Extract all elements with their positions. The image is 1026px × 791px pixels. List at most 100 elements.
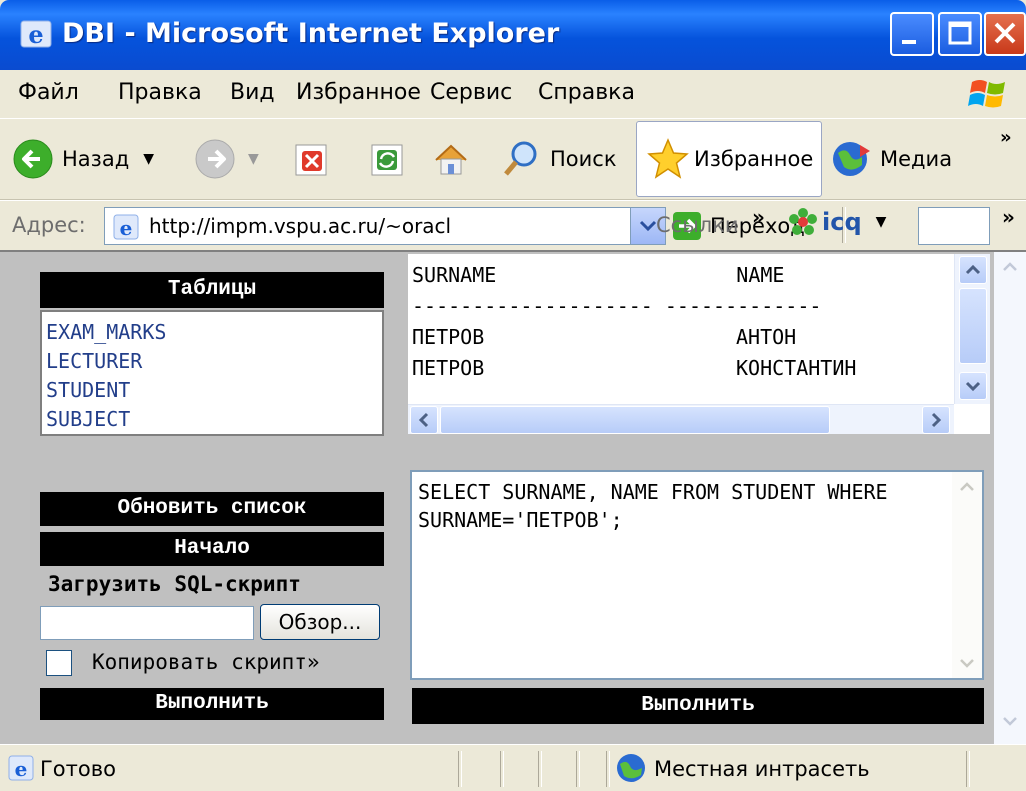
windows-logo-icon (968, 80, 1005, 108)
ie-icon: e (20, 20, 52, 49)
separator: -------------------- (412, 294, 653, 318)
separator: ------------- (664, 294, 822, 318)
tables-list[interactable]: EXAM_MARKS LECTURER STUDENT SUBJECT (40, 310, 384, 436)
back-arrow-icon (13, 139, 53, 179)
sql-vscroll[interactable] (952, 472, 982, 678)
execute-sql-button[interactable]: Выполнить (412, 688, 984, 724)
load-script-label: Загрузить SQL-скрипт (48, 572, 301, 596)
table-item[interactable]: EXAM_MARKS (46, 318, 378, 347)
maximize-icon (948, 21, 972, 45)
favorites-button-overlay[interactable]: Избранное (646, 131, 813, 187)
result-frame: SURNAME NAME -------------------- -------… (408, 254, 990, 434)
media-label: Медиа (880, 147, 953, 171)
cell: КОНСТАНТИН (736, 356, 857, 380)
close-button[interactable] (984, 12, 1026, 56)
icq-search-input[interactable] (918, 207, 990, 245)
search-icon (504, 141, 537, 176)
search-button[interactable]: Поиск (500, 131, 617, 187)
favorites-label: Избранное (694, 147, 814, 171)
address-url: http://impm.vspu.ac.ru/~oracl (149, 214, 452, 238)
svg-text:e: e (28, 20, 43, 49)
addressbar-chevron-icon[interactable]: » (1002, 205, 1015, 229)
menu-edit[interactable]: Правка (118, 80, 202, 105)
maximize-button[interactable] (938, 12, 982, 56)
status-divider (500, 751, 504, 787)
page-content: Таблицы EXAM_MARKS LECTURER STUDENT SUBJ… (0, 250, 1026, 744)
address-label: Адрес: (12, 213, 86, 237)
media-button[interactable]: Медиа (830, 131, 952, 187)
result-hscroll[interactable] (408, 404, 954, 434)
scroll-down-button[interactable] (959, 372, 987, 400)
address-input[interactable]: e http://impm.vspu.ac.ru/~oracl (104, 207, 666, 245)
intranet-globe-icon (617, 754, 645, 782)
cell: ПЕТРОВ (412, 356, 485, 380)
execute-script-button[interactable]: Выполнить (40, 688, 384, 720)
forward-dropdown-icon[interactable]: ▼ (248, 151, 259, 167)
page-done-icon: e (8, 755, 34, 781)
title-bar[interactable]: e DBI - Microsoft Internet Explorer (0, 0, 1026, 70)
scroll-up-button[interactable] (959, 256, 987, 284)
chevron-up-icon (960, 482, 974, 491)
scroll-left-button[interactable] (410, 406, 438, 434)
status-divider (606, 751, 610, 787)
refresh-icon (371, 144, 403, 176)
icq-dropdown-icon: ▼ (875, 214, 887, 230)
table-item[interactable]: SUBJECT (46, 405, 378, 434)
status-divider (576, 751, 580, 787)
toolbar-chevron-icon[interactable]: » (1000, 127, 1012, 148)
zone-text: Местная интрасеть (654, 757, 870, 781)
links-chevron-icon[interactable]: » (752, 205, 765, 229)
page-icon: e (113, 214, 139, 240)
stop-button[interactable] (292, 131, 332, 187)
scroll-right-button[interactable] (922, 406, 950, 434)
links-label[interactable]: Ссылки (656, 213, 739, 237)
refresh-list-button[interactable]: Обновить список (40, 492, 384, 526)
svg-text:e: e (120, 216, 133, 240)
forward-button[interactable]: ▼ (194, 131, 259, 187)
menu-bar: Файл Правка Вид Избранное Сервис Справка (0, 70, 1026, 119)
icq-button[interactable]: icq ▼ (788, 207, 886, 237)
script-file-input[interactable] (40, 606, 254, 640)
scroll-thumb[interactable] (959, 288, 987, 364)
table-item[interactable]: LECTURER (46, 347, 378, 376)
media-icon (833, 142, 870, 176)
chevron-left-icon (418, 412, 429, 428)
window-title: DBI - Microsoft Internet Explorer (62, 18, 560, 49)
search-label: Поиск (550, 147, 617, 171)
menu-file[interactable]: Файл (18, 80, 79, 105)
chevron-down-icon (965, 381, 981, 392)
back-dropdown-icon[interactable]: ▼ (143, 151, 154, 167)
chevron-down-icon (1003, 717, 1017, 726)
browse-button[interactable]: Обзор... (260, 604, 380, 640)
back-label: Назад (62, 147, 130, 171)
forward-arrow-icon (195, 139, 235, 179)
ie-window: e DBI - Microsoft Internet Explorer Файл… (0, 0, 1026, 791)
chevron-right-icon (931, 412, 942, 428)
stop-icon (295, 144, 327, 176)
chevron-up-icon (965, 264, 981, 275)
back-button[interactable]: Назад ▼ (12, 131, 154, 187)
minimize-button[interactable] (890, 12, 934, 56)
result-text: SURNAME NAME -------------------- -------… (412, 260, 856, 384)
home-page-button[interactable]: Начало (40, 532, 384, 566)
copy-script-label: Копировать скрипт» (92, 650, 320, 674)
page-vscroll[interactable] (994, 252, 1026, 744)
result-vscroll[interactable] (954, 254, 990, 404)
hscroll-thumb[interactable] (440, 406, 830, 434)
status-bar: e Готово Местная интрасеть (0, 744, 1026, 791)
menu-favorites[interactable]: Избранное (296, 80, 421, 105)
close-icon (994, 22, 1016, 44)
cell: ПЕТРОВ (412, 325, 485, 349)
status-text: Готово (40, 757, 116, 781)
refresh-button[interactable] (368, 131, 408, 187)
menu-help[interactable]: Справка (538, 80, 635, 105)
table-item[interactable]: STUDENT (46, 376, 378, 405)
menu-tools[interactable]: Сервис (430, 80, 512, 105)
home-icon (435, 144, 467, 175)
sql-editor[interactable]: SELECT SURNAME, NAME FROM STUDENT WHERE … (410, 470, 984, 680)
copy-script-checkbox[interactable] (46, 650, 72, 676)
status-divider (458, 751, 462, 787)
menu-view[interactable]: Вид (230, 80, 275, 105)
home-button[interactable] (430, 131, 472, 187)
minimize-icon (902, 40, 916, 44)
